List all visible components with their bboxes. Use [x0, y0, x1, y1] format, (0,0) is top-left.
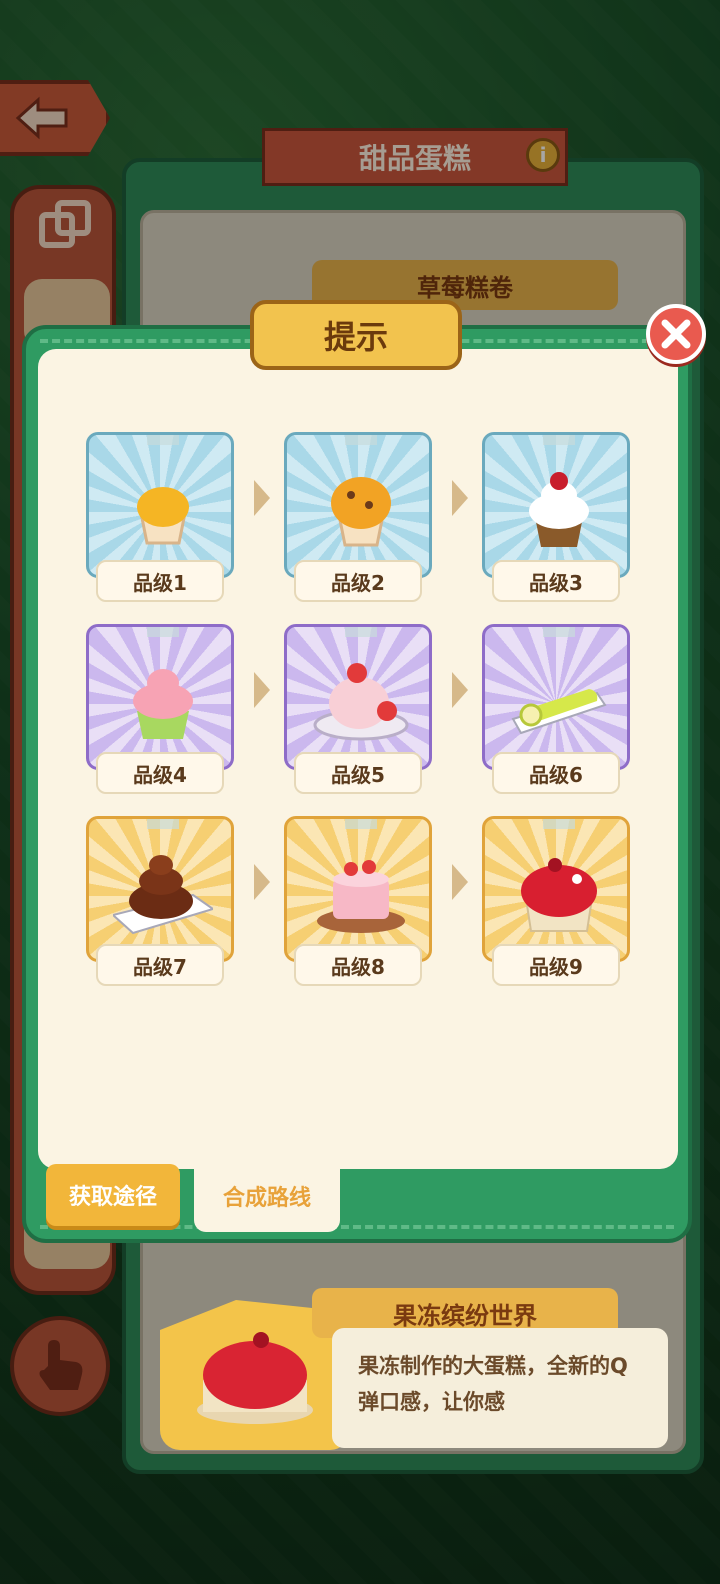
tier-label: 品级4	[96, 752, 224, 794]
cherry-cupcake-icon	[529, 472, 589, 547]
strawberry-mochi-icon	[313, 663, 409, 741]
frosted-cupcake-icon	[133, 669, 193, 739]
tier-label: 品级5	[294, 752, 422, 794]
arrow-right-icon	[254, 480, 270, 516]
dessert-card-4[interactable]: 品级4	[86, 624, 234, 796]
cupcake-icon	[137, 487, 189, 545]
dessert-card-2[interactable]: 品级2	[284, 432, 432, 604]
chocolate-cake-icon	[113, 855, 213, 935]
dessert-card-frame	[86, 432, 234, 578]
tape-decoration	[345, 435, 377, 445]
tape-decoration	[147, 627, 179, 637]
dessert-card-9[interactable]: 品级9	[482, 816, 630, 988]
swiss-roll-icon	[511, 689, 607, 735]
tape-decoration	[543, 435, 575, 445]
arrow-right-icon	[254, 864, 270, 900]
close-icon	[661, 319, 691, 349]
tape-decoration	[543, 627, 575, 637]
tab-merge-route[interactable]: 合成路线	[194, 1160, 340, 1232]
tier-label: 品级9	[492, 944, 620, 986]
dessert-card-frame	[86, 624, 234, 770]
tape-decoration	[345, 627, 377, 637]
dessert-card-5[interactable]: 品级5	[284, 624, 432, 796]
tape-decoration	[147, 819, 179, 829]
dessert-card-frame	[482, 624, 630, 770]
tab-get-way[interactable]: 获取途径	[46, 1164, 180, 1226]
dessert-card-frame	[482, 432, 630, 578]
dessert-card-frame	[284, 432, 432, 578]
muffin-icon	[331, 477, 391, 547]
tier-label: 品级7	[96, 944, 224, 986]
item-description: 果冻制作的大蛋糕，全新的Q弹口感，让你感	[332, 1328, 668, 1448]
dessert-card-6[interactable]: 品级6	[482, 624, 630, 796]
tier-label: 品级3	[492, 560, 620, 602]
dessert-card-3[interactable]: 品级3	[482, 432, 630, 604]
dessert-card-frame	[86, 816, 234, 962]
arrow-right-icon	[254, 672, 270, 708]
strawberry-cake-icon	[317, 860, 405, 933]
jelly-cake-icon	[197, 1332, 313, 1424]
tape-decoration	[345, 819, 377, 829]
arrow-right-icon	[452, 672, 468, 708]
tape-decoration	[147, 435, 179, 445]
dessert-card-frame	[284, 624, 432, 770]
tier-label: 品级1	[96, 560, 224, 602]
dessert-card-frame	[284, 816, 432, 962]
dessert-card-1[interactable]: 品级1	[86, 432, 234, 604]
tier-label: 品级8	[294, 944, 422, 986]
close-button[interactable]	[646, 304, 706, 364]
jelly-cake-icon	[521, 858, 597, 932]
tape-decoration	[543, 819, 575, 829]
dessert-card-8[interactable]: 品级8	[284, 816, 432, 988]
tier-label: 品级2	[294, 560, 422, 602]
arrow-right-icon	[452, 864, 468, 900]
tier-label: 品级6	[492, 752, 620, 794]
dessert-card-frame	[482, 816, 630, 962]
modal-title: 提示	[250, 300, 462, 370]
arrow-right-icon	[452, 480, 468, 516]
dessert-card-7[interactable]: 品级7	[86, 816, 234, 988]
